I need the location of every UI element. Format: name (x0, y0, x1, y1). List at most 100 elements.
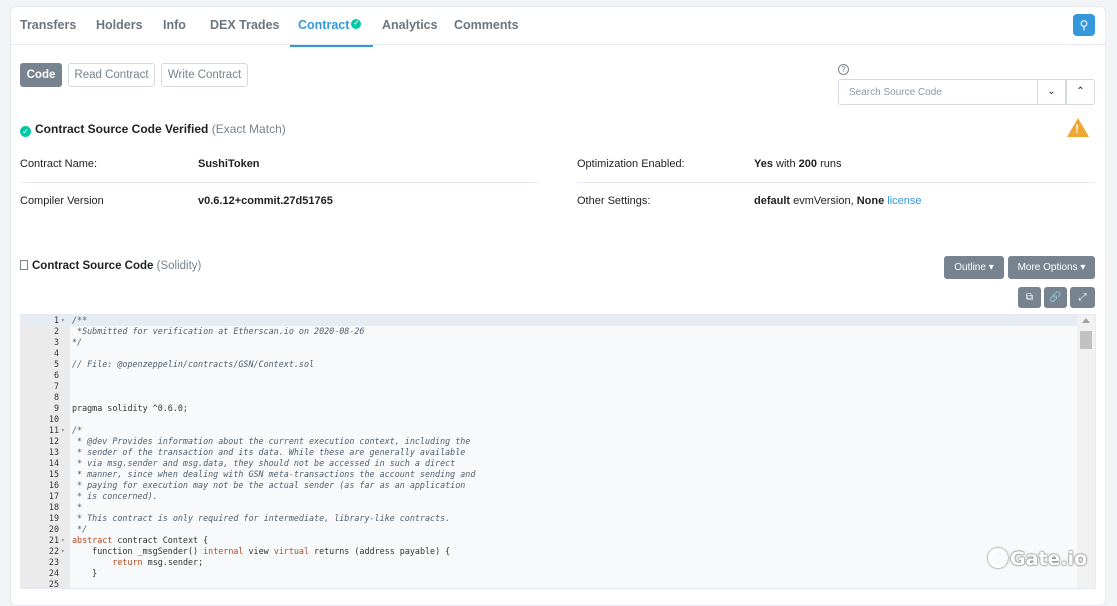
verified-check-icon: ✓ (351, 19, 362, 29)
help-icon[interactable]: ? (838, 64, 849, 75)
code-text: * manner, since when dealing with GSN me… (72, 469, 476, 479)
tab-dex-trades[interactable]: DEX Trades (210, 18, 279, 32)
code-line: 4 (21, 348, 1079, 359)
line-number: 5 (53, 359, 59, 369)
search-icon[interactable]: ⚲ (1073, 14, 1095, 36)
code-line: 3 */ (21, 337, 1079, 348)
code-line: 21 ▾ abstract contract Context { (21, 535, 1079, 546)
code-text: /** (72, 315, 88, 325)
scroll-thumb[interactable] (1080, 331, 1092, 349)
verified-check-icon: ✓ (20, 126, 31, 137)
optimization-runs: 200 (798, 158, 818, 170)
match-type: (Exact Match) (211, 122, 286, 136)
code-text: */ (72, 337, 83, 347)
code-line: 20 */ (21, 524, 1079, 535)
fullscreen-icon[interactable]: ⤢ (1070, 287, 1095, 308)
tab-info[interactable]: Info (163, 18, 186, 32)
fold-icon[interactable]: ▾ (61, 535, 65, 546)
line-number: 13 (48, 447, 59, 457)
fold-icon[interactable]: ▾ (61, 425, 65, 436)
code-line: 23 return msg.sender; (21, 557, 1079, 568)
other-settings-value: default evmVersion, None license (754, 195, 922, 207)
code-line: 2 *Submitted for verification at Ethersc… (21, 326, 1079, 337)
code-line: 22 ▾ function _msgSender() internal view … (21, 546, 1079, 557)
code-editor[interactable]: 1 ▾/** 2 *Submitted for verification at Et… (20, 314, 1096, 589)
gate-logo-icon (988, 548, 1008, 568)
code-line: 24 } (21, 568, 1079, 579)
line-number: 2 (53, 326, 59, 336)
line-number: 18 (48, 502, 59, 512)
tab-comments[interactable]: Comments (454, 18, 519, 32)
code-line: 9 pragma solidity ^0.6.0; (21, 403, 1079, 414)
line-number: 8 (53, 392, 59, 402)
code-text: * is concerned). (72, 491, 158, 501)
scroll-up-icon[interactable] (1082, 318, 1090, 323)
file-icon (20, 260, 28, 270)
source-language: (Solidity) (156, 260, 202, 272)
line-number: 7 (53, 381, 59, 391)
code-text: pragma solidity ^0.6.0; (72, 403, 188, 413)
source-title-text: Contract Source Code (32, 260, 154, 272)
tab-holders[interactable]: Holders (96, 18, 143, 32)
license-link[interactable]: license (887, 195, 921, 207)
line-number: 1 (53, 315, 59, 325)
code-lines: 1 ▾/** 2 *Submitted for verification at Et… (21, 315, 1079, 588)
read-contract-button[interactable]: Read Contract (68, 63, 155, 87)
tab-transfers[interactable]: Transfers (20, 18, 76, 32)
tab-analytics[interactable]: Analytics (382, 18, 438, 32)
code-text: *Submitted for verification at Etherscan… (72, 326, 365, 336)
code-text: abstract contract Context { (72, 535, 209, 545)
line-number: 16 (48, 480, 59, 490)
code-line: 18 * (21, 502, 1079, 513)
gate-io-logo: Gate.io (988, 548, 1087, 570)
line-number: 19 (48, 513, 59, 523)
source-code-title: Contract Source Code (Solidity) (20, 260, 201, 272)
line-number: 21 (48, 535, 59, 545)
code-line: 6 (21, 370, 1079, 381)
line-number: 4 (53, 348, 59, 358)
line-number: 14 (48, 458, 59, 468)
search-source-input[interactable] (838, 79, 1038, 105)
code-line: 17 * is concerned). (21, 491, 1079, 502)
optimization-value: Yes with 200 runs (754, 158, 841, 170)
copy-icon[interactable]: ⧉ (1018, 287, 1041, 308)
tab-bar: Transfers Holders Info DEX Trades Contra… (11, 7, 1105, 47)
compiler-label: Compiler Version (20, 195, 104, 207)
code-text: // File: @openzeppelin/contracts/GSN/Con… (72, 359, 315, 369)
code-text: function _msgSender() internal view virt… (72, 546, 451, 556)
chevron-down-icon[interactable]: ⌄ (1037, 79, 1066, 105)
code-line: 13 * sender of the transaction and its d… (21, 447, 1079, 458)
line-number: 6 (53, 370, 59, 380)
divider (577, 182, 1095, 183)
outline-label: Outline (954, 262, 986, 273)
fold-icon[interactable]: ▾ (61, 546, 65, 557)
code-line: 19 * This contract is only required for … (21, 513, 1079, 524)
code-button[interactable]: Code (20, 63, 62, 87)
compiler-value: v0.6.12+commit.27d51765 (198, 195, 333, 207)
link-icon[interactable]: 🔗 (1044, 287, 1067, 308)
contract-card: Transfers Holders Info DEX Trades Contra… (10, 6, 1106, 606)
more-options-button[interactable]: More Options ▾ (1008, 256, 1095, 279)
warning-icon[interactable]: ! (1067, 118, 1089, 137)
other-settings-label: Other Settings: (577, 195, 651, 207)
line-number: 3 (53, 337, 59, 347)
code-line: 8 (21, 392, 1079, 403)
line-number: 10 (48, 414, 59, 424)
tab-contract-label: Contract (298, 18, 350, 32)
code-line: 11 ▾ /* (21, 425, 1079, 436)
chevron-up-icon[interactable]: ⌃ (1066, 79, 1095, 105)
line-number: 17 (48, 491, 59, 501)
optimization-yes: Yes (754, 158, 773, 170)
optimization-runs-suffix: runs (820, 158, 842, 170)
code-text: return msg.sender; (112, 557, 204, 567)
optimization-with: with (776, 158, 796, 170)
code-line: 15 * manner, since when dealing with GSN… (21, 469, 1079, 480)
code-text: * (72, 502, 83, 512)
outline-button[interactable]: Outline ▾ (944, 256, 1004, 279)
tab-contract[interactable]: Contract ✓ (289, 18, 374, 47)
fold-icon[interactable]: ▾ (61, 315, 65, 326)
write-contract-button[interactable]: Write Contract (161, 63, 248, 87)
code-line: 5 // File: @openzeppelin/contracts/GSN/Co… (21, 359, 1079, 370)
line-number: 11 (48, 425, 59, 435)
divider (20, 182, 538, 183)
